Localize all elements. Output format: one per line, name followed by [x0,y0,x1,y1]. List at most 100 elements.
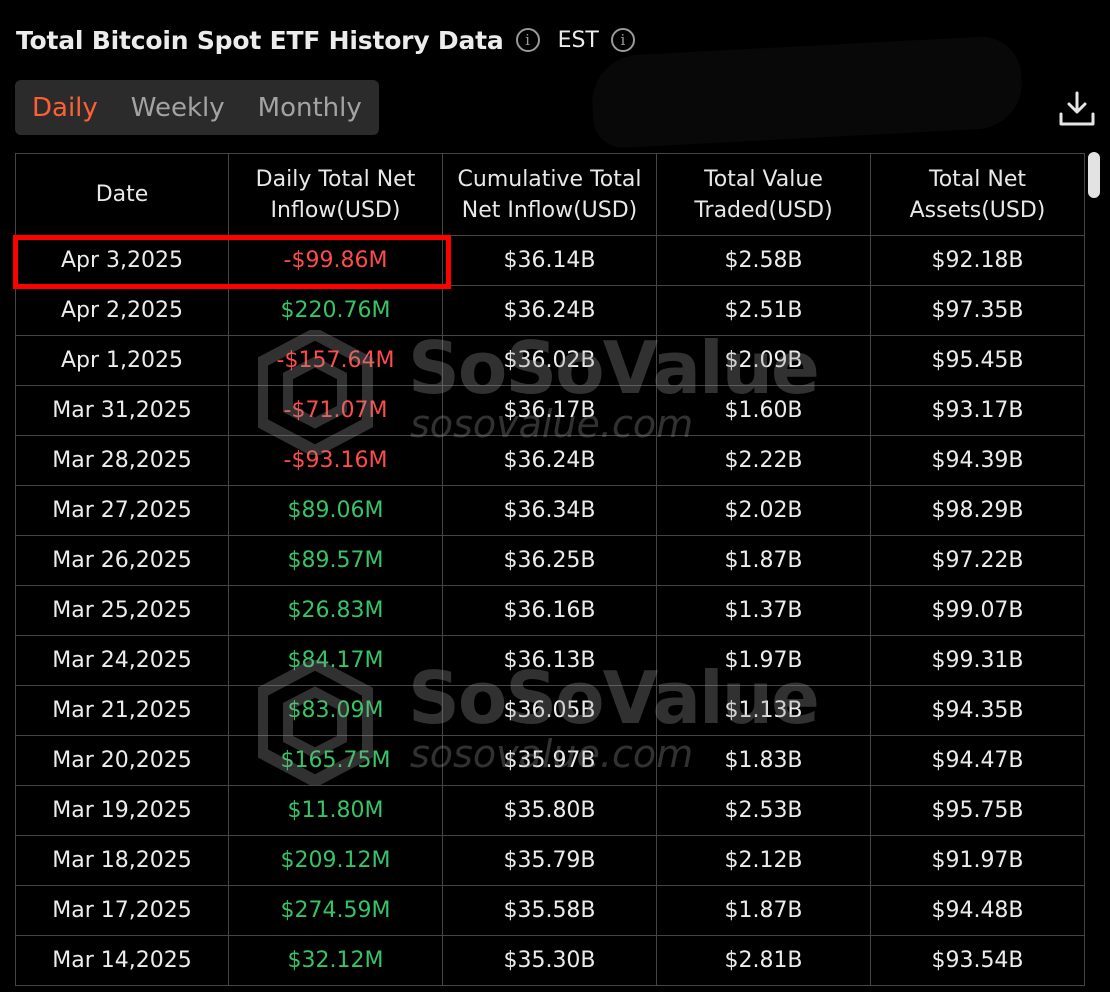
timezone-info-icon[interactable]: i [610,28,635,52]
net-assets-cell: $99.07B [870,585,1085,636]
timezone-label: EST [557,27,599,53]
daily-net-inflow-cell: $220.76M [228,285,443,336]
daily-net-inflow-cell: $165.75M [228,735,443,786]
download-icon[interactable] [1058,90,1096,128]
value-traded-cell: $1.13B [656,685,871,736]
value-traded-cell: $2.02B [656,485,871,536]
cumulative-net-inflow-cell: $35.58B [442,885,657,936]
cumulative-net-inflow-cell: $35.30B [442,935,657,986]
column-header-value-traded[interactable]: Total Value Traded(USD) [656,153,871,236]
net-assets-cell: $95.45B [870,335,1085,386]
value-traded-cell: $1.87B [656,885,871,936]
value-traded-cell: $2.53B [656,785,871,836]
value-traded-cell: $1.97B [656,635,871,686]
net-assets-cell: $94.48B [870,885,1085,936]
net-assets-cell: $95.75B [870,785,1085,836]
daily-net-inflow-cell: $89.57M [228,535,443,586]
cumulative-net-inflow-cell: $36.05B [442,685,657,736]
daily-net-inflow-cell: $83.09M [228,685,443,736]
value-traded-cell: $1.37B [656,585,871,636]
value-traded-cell: $2.09B [656,335,871,386]
scrollbar-thumb[interactable] [1088,152,1100,198]
daily-net-inflow-cell: $274.59M [228,885,443,936]
net-assets-cell: $91.97B [870,835,1085,886]
page-title: Total Bitcoin Spot ETF History Data [16,25,504,55]
column-header-cumulative-net-inflow[interactable]: Cumulative Total Net Inflow(USD) [442,153,657,236]
date-cell: Mar 17,2025 [15,885,229,936]
table-row[interactable]: Mar 17,2025 $274.59M $35.58B $1.87B $94.48B [15,885,1085,936]
cumulative-net-inflow-cell: $36.34B [442,485,657,536]
date-cell: Mar 20,2025 [15,735,229,786]
table-row[interactable]: Mar 18,2025 $209.12M $35.79B $2.12B $91.97B [15,835,1085,886]
cumulative-net-inflow-cell: $35.79B [442,835,657,886]
cumulative-net-inflow-cell: $36.13B [442,635,657,686]
date-cell: Mar 26,2025 [15,535,229,586]
net-assets-cell: $97.35B [870,285,1085,336]
value-traded-cell: $1.83B [656,735,871,786]
daily-net-inflow-cell: $84.17M [228,635,443,686]
value-traded-cell: $2.12B [656,835,871,886]
cumulative-net-inflow-cell: $36.02B [442,335,657,386]
table-row[interactable]: Mar 25,2025 $26.83M $36.16B $1.37B $99.07B [15,585,1085,636]
cumulative-net-inflow-cell: $36.25B [442,535,657,586]
period-tabs: Daily Weekly Monthly [15,80,379,135]
net-assets-cell: $93.54B [870,935,1085,986]
tab-weekly[interactable]: Weekly [131,93,225,123]
table-row[interactable]: Apr 2,2025 $220.76M $36.24B $2.51B $97.35B [15,285,1085,336]
cumulative-net-inflow-cell: $35.80B [442,785,657,836]
cumulative-net-inflow-cell: $35.97B [442,735,657,786]
cumulative-net-inflow-cell: $36.24B [442,285,657,336]
column-header-daily-net-inflow[interactable]: Daily Total Net Inflow(USD) [228,153,443,236]
table-row[interactable]: Mar 24,2025 $84.17M $36.13B $1.97B $99.31B [15,635,1085,686]
table-header-row: Date Daily Total Net Inflow(USD) Cumulati… [15,153,1085,236]
cumulative-net-inflow-cell: $36.24B [442,435,657,486]
title-info-icon[interactable]: i [515,28,540,52]
table-row[interactable]: Mar 27,2025 $89.06M $36.34B $2.02B $98.29B [15,485,1085,536]
net-assets-cell: $94.39B [870,435,1085,486]
daily-net-inflow-cell: -$157.64M [228,335,443,386]
date-cell: Apr 1,2025 [15,335,229,386]
value-traded-cell: $2.58B [656,235,871,286]
value-traded-cell: $2.22B [656,435,871,486]
table-row[interactable]: Mar 21,2025 $83.09M $36.05B $1.13B $94.35B [15,685,1085,736]
net-assets-cell: $94.35B [870,685,1085,736]
table-body: Apr 3,2025 -$99.86M $36.14B $2.58B $92.18B Ap… [15,235,1085,986]
value-traded-cell: $1.87B [656,535,871,586]
date-cell: Mar 24,2025 [15,635,229,686]
tab-monthly[interactable]: Monthly [258,93,362,123]
daily-net-inflow-cell: $26.83M [228,585,443,636]
date-cell: Mar 25,2025 [15,585,229,636]
date-cell: Apr 2,2025 [15,285,229,336]
table-row[interactable]: Mar 14,2025 $32.12M $35.30B $2.81B $93.54B [15,935,1085,986]
cumulative-net-inflow-cell: $36.17B [442,385,657,436]
date-cell: Mar 21,2025 [15,685,229,736]
daily-net-inflow-cell: -$71.07M [228,385,443,436]
tab-daily[interactable]: Daily [32,93,98,123]
date-cell: Mar 31,2025 [15,385,229,436]
date-cell: Mar 27,2025 [15,485,229,536]
redaction-scribble [589,34,1025,150]
date-cell: Mar 18,2025 [15,835,229,886]
daily-net-inflow-cell: -$93.16M [228,435,443,486]
net-assets-cell: $97.22B [870,535,1085,586]
date-cell: Mar 19,2025 [15,785,229,836]
table-row[interactable]: Mar 20,2025 $165.75M $35.97B $1.83B $94.47B [15,735,1085,786]
value-traded-cell: $2.51B [656,285,871,336]
table-row[interactable]: Mar 19,2025 $11.80M $35.80B $2.53B $95.75B [15,785,1085,836]
net-assets-cell: $92.18B [870,235,1085,286]
table-row[interactable]: Mar 28,2025 -$93.16M $36.24B $2.22B $94.39B [15,435,1085,486]
net-assets-cell: $99.31B [870,635,1085,686]
value-traded-cell: $2.81B [656,935,871,986]
table-row[interactable]: Mar 26,2025 $89.57M $36.25B $1.87B $97.22B [15,535,1085,586]
value-traded-cell: $1.60B [656,385,871,436]
net-assets-cell: $93.17B [870,385,1085,436]
cumulative-net-inflow-cell: $36.14B [442,235,657,286]
table-row[interactable]: Apr 1,2025 -$157.64M $36.02B $2.09B $95.45B [15,335,1085,386]
table-row[interactable]: Mar 31,2025 -$71.07M $36.17B $1.60B $93.17B [15,385,1085,436]
daily-net-inflow-cell: $32.12M [228,935,443,986]
column-header-net-assets[interactable]: Total Net Assets(USD) [870,153,1085,236]
column-header-date[interactable]: Date [15,153,229,236]
date-cell: Mar 14,2025 [15,935,229,986]
cumulative-net-inflow-cell: $36.16B [442,585,657,636]
net-assets-cell: $98.29B [870,485,1085,536]
